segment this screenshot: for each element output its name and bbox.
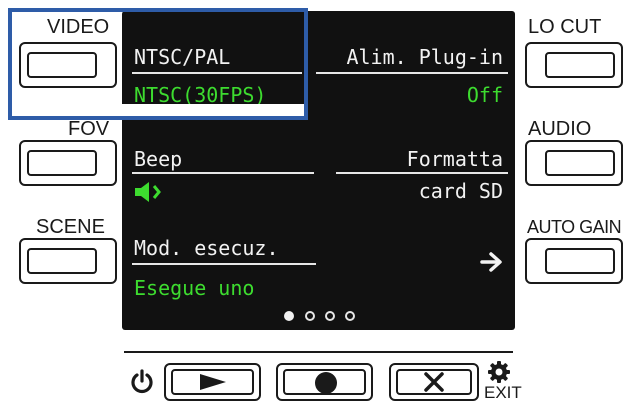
page-dot <box>345 311 355 321</box>
highlight-inner-bottom-cover <box>122 104 304 116</box>
video-button[interactable] <box>19 42 117 88</box>
menu-item-plugin-power-value[interactable]: Off <box>467 84 503 106</box>
stop-button[interactable] <box>389 363 479 401</box>
menu-item-beep-title[interactable]: Beep <box>134 148 182 170</box>
scene-label: SCENE <box>36 216 105 238</box>
audio-label: AUDIO <box>528 118 592 140</box>
fov-label: FOV <box>68 118 110 140</box>
menu-item-plugin-power-title[interactable]: Alim. Plug-in <box>346 46 503 68</box>
page-dot-active <box>284 311 294 321</box>
control-divider <box>124 351 513 353</box>
menu-item-playback-mode-value[interactable]: Esegue uno <box>134 277 254 299</box>
separator <box>316 72 508 74</box>
scene-button[interactable] <box>19 238 117 284</box>
auto-gain-label: AUTO GAIN <box>527 217 622 237</box>
audio-button[interactable] <box>525 140 623 186</box>
record-icon <box>314 371 338 395</box>
play-icon <box>198 372 228 392</box>
lo-cut-label: LO CUT <box>528 16 602 38</box>
lo-cut-button[interactable] <box>525 42 623 88</box>
page-dot <box>305 311 315 321</box>
play-button[interactable] <box>164 363 261 401</box>
gear-icon[interactable] <box>487 360 511 384</box>
x-icon <box>423 371 445 393</box>
video-label: VIDEO <box>47 16 110 38</box>
speaker-on-icon[interactable] <box>134 181 166 203</box>
separator <box>132 263 316 265</box>
fov-button[interactable] <box>19 140 117 186</box>
exit-label[interactable]: EXIT <box>484 384 522 402</box>
power-icon[interactable] <box>129 368 155 394</box>
separator <box>336 172 508 174</box>
menu-item-format-value[interactable]: card SD <box>419 180 503 202</box>
page-dot <box>325 311 335 321</box>
arrow-right-icon[interactable] <box>480 250 504 274</box>
record-button[interactable] <box>276 363 373 401</box>
menu-item-playback-mode-title[interactable]: Mod. esecuz. <box>134 237 279 259</box>
menu-item-format-title[interactable]: Formatta <box>407 148 503 170</box>
separator <box>132 172 314 174</box>
auto-gain-button[interactable] <box>525 238 623 284</box>
